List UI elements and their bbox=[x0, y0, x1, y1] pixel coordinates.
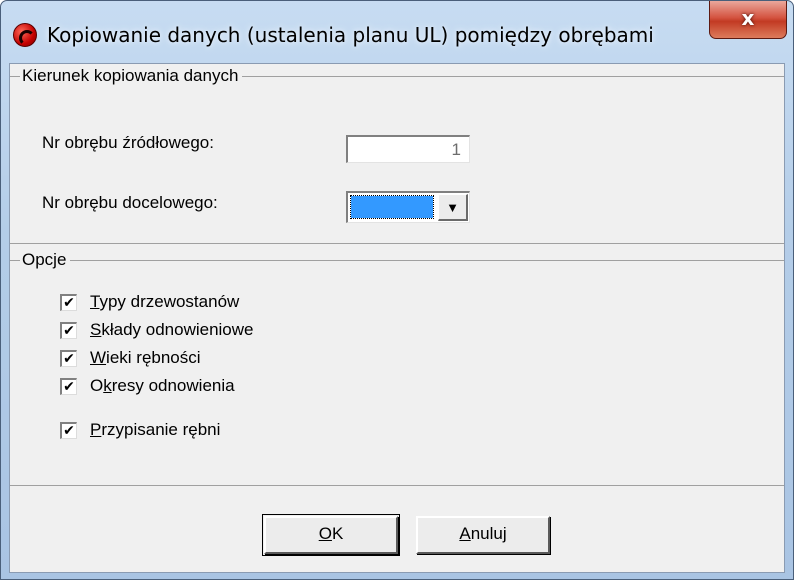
app-logo-icon bbox=[13, 23, 37, 47]
checkbox-wieki-rebnosci[interactable]: ✔ bbox=[60, 350, 77, 367]
triangle-down-icon: ▼ bbox=[446, 200, 459, 215]
checkbox-typy-drzewostanow[interactable]: ✔ bbox=[60, 294, 77, 311]
window-title: Kopiowanie danych (ustalenia planu UL) p… bbox=[47, 23, 654, 47]
option-label: Okresy odnowienia bbox=[90, 376, 235, 395]
options-legend: Opcje bbox=[20, 250, 71, 270]
checkbox-okresy-odnowienia[interactable]: ✔ bbox=[60, 378, 77, 395]
cancel-button[interactable]: Anuluj bbox=[416, 516, 550, 554]
checkbox-przypisanie-rebni[interactable]: ✔ bbox=[60, 422, 77, 439]
checkbox-sklady-odnowieniowe[interactable]: ✔ bbox=[60, 322, 77, 339]
option-label: Typy drzewostanów bbox=[90, 292, 240, 311]
title-bar[interactable]: Kopiowanie danych (ustalenia planu UL) p… bbox=[1, 1, 793, 63]
dropdown-arrow-button[interactable]: ▼ bbox=[438, 194, 468, 221]
ok-button[interactable]: OK bbox=[262, 514, 400, 556]
copy-direction-legend: Kierunek kopiowania danych bbox=[20, 66, 243, 86]
dialog-content: Kierunek kopiowania danych Nr obrębu źró… bbox=[9, 63, 785, 573]
source-area-input[interactable]: 1 bbox=[346, 135, 470, 163]
options-group: Opcje ✔ Typy drzewostanów ✔ Składy odnow… bbox=[10, 250, 784, 486]
target-area-dropdown[interactable]: ▼ bbox=[346, 191, 470, 223]
option-label: Składy odnowieniowe bbox=[90, 320, 254, 339]
option-label: Przypisanie rębni bbox=[90, 420, 221, 439]
source-area-label: Nr obrębu źródłowego: bbox=[42, 133, 214, 152]
dialog-window: Kopiowanie danych (ustalenia planu UL) p… bbox=[0, 0, 794, 580]
option-label: Wieki rębności bbox=[90, 348, 201, 367]
copy-direction-group: Kierunek kopiowania danych Nr obrębu źró… bbox=[10, 66, 784, 244]
close-button[interactable]: x bbox=[709, 1, 787, 39]
target-area-label: Nr obrębu docelowego: bbox=[42, 193, 218, 212]
target-area-selected-value bbox=[350, 195, 434, 219]
